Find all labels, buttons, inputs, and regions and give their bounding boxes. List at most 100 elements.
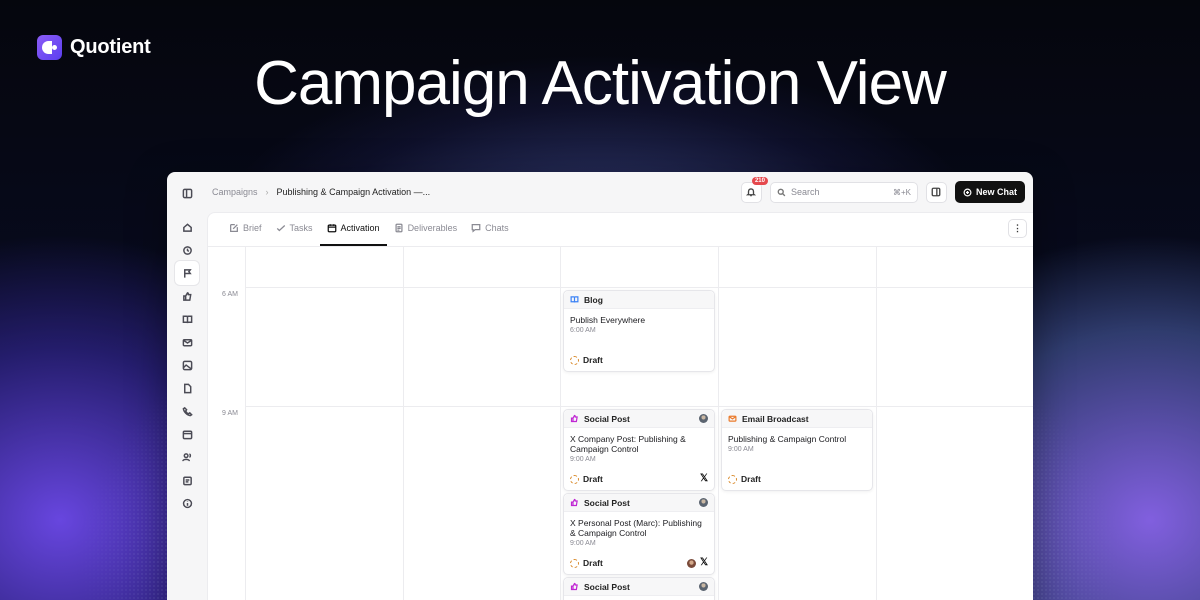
top-bar: Campaigns › Publishing & Campaign Activa… [207, 172, 1033, 212]
card-type: Blog [584, 294, 603, 305]
status-badge: Draft [583, 558, 603, 568]
sidebar-toggle-icon[interactable] [175, 181, 199, 205]
breadcrumb-current: Publishing & Campaign Activation —... [276, 187, 431, 197]
grid-column-line [718, 247, 719, 600]
card-header: Blog [564, 291, 714, 309]
calendar-grid: 6 AM 9 AM Blog Publish Everywhere 6:00 A… [208, 247, 1033, 600]
notification-badge: 210 [751, 176, 768, 185]
search-icon [777, 188, 786, 196]
grid-column-line [245, 247, 246, 600]
icon-rail [167, 172, 207, 600]
tab-activation[interactable]: Activation [319, 218, 387, 246]
edit-icon [230, 224, 238, 232]
tab-label: Tasks [289, 223, 313, 233]
plus-circle-icon [963, 188, 972, 196]
card-footer: Draft [728, 474, 866, 484]
grid-column-line [560, 247, 561, 600]
breadcrumb-campaigns[interactable]: Campaigns [212, 187, 258, 197]
book-icon[interactable] [175, 307, 199, 331]
social-post-card[interactable]: Social Post X Personal Post (Marc): Publ… [563, 493, 715, 575]
check-icon [276, 225, 285, 232]
tab-chats[interactable]: Chats [464, 218, 516, 246]
chat-icon [471, 224, 481, 233]
card-time: 9:00 AM [570, 456, 596, 463]
search-input[interactable]: Search ⌘+K [769, 181, 918, 203]
draft-status-icon [570, 474, 579, 484]
tab-label: Activation [340, 223, 380, 233]
tab-label: Deliverables [407, 223, 458, 233]
tab-tasks[interactable]: Tasks [269, 218, 320, 246]
card-footer: Draft 𝕏 [570, 558, 708, 568]
draft-status-icon [728, 474, 737, 484]
home-icon[interactable] [175, 215, 199, 239]
clipboard-icon[interactable] [175, 468, 199, 492]
main-panel: Brief Tasks Activation Deliverables Chat… [207, 212, 1033, 600]
social-post-card[interactable]: Social Post X Company Post: Publishing &… [563, 409, 715, 491]
card-title: Publishing & Campaign Control [728, 434, 847, 444]
search-placeholder: Search [790, 187, 820, 197]
grid-row-line [245, 406, 1033, 407]
calendar-icon[interactable] [175, 422, 199, 446]
grid-row-line [245, 287, 1033, 288]
blog-card[interactable]: Blog Publish Everywhere 6:00 AM Draft [563, 290, 715, 372]
info-icon[interactable] [175, 491, 199, 515]
avatar [699, 414, 708, 423]
grid-column-line [876, 247, 877, 600]
tab-deliverables[interactable]: Deliverables [387, 218, 465, 246]
card-type: Social Post [584, 413, 630, 424]
draft-status-icon [570, 355, 579, 365]
flag-icon[interactable] [175, 261, 199, 285]
calendar-icon [327, 224, 336, 233]
email-broadcast-card[interactable]: Email Broadcast Publishing & Campaign Co… [721, 409, 873, 491]
panel-icon [932, 187, 941, 197]
history-icon[interactable] [175, 238, 199, 262]
tab-brief[interactable]: Brief [222, 218, 269, 246]
card-footer: Draft 𝕏 [570, 474, 708, 484]
thumbs-up-icon[interactable] [175, 284, 199, 308]
x-logo-icon: 𝕏 [699, 473, 708, 484]
time-label: 9 AM [222, 410, 238, 417]
tab-bar: Brief Tasks Activation Deliverables Chat… [222, 213, 516, 246]
status-badge: Draft [583, 355, 603, 365]
topbar-actions: 210 Search ⌘+K New Chat [740, 176, 1025, 203]
card-title: X Company Post: Publishing & Campaign Co… [570, 434, 686, 454]
card-header: Social Post [564, 578, 714, 596]
grid-column-line [403, 247, 404, 600]
avatar [699, 582, 708, 591]
breadcrumb-separator: › [265, 187, 269, 197]
card-type: Social Post [584, 497, 630, 508]
new-chat-button[interactable]: New Chat [954, 181, 1025, 203]
more-options-button[interactable]: ⋮ [1008, 219, 1027, 238]
book-icon [570, 296, 579, 303]
status-badge: Draft [583, 474, 603, 484]
mail-icon [728, 415, 737, 422]
search-shortcut: ⌘+K [892, 187, 911, 197]
app-window: Campaigns › Publishing & Campaign Activa… [167, 172, 1033, 600]
avatar [699, 498, 708, 507]
users-icon[interactable] [175, 445, 199, 469]
new-chat-label: New Chat [975, 187, 1017, 197]
notifications-button[interactable]: 210 [740, 176, 768, 203]
author-avatar [686, 558, 696, 568]
page-headline: Campaign Activation View [254, 49, 947, 118]
card-time: 9:00 AM [728, 446, 754, 453]
phone-icon[interactable] [175, 399, 199, 423]
image-icon[interactable] [175, 353, 199, 377]
time-label: 6 AM [222, 291, 238, 298]
card-header: Social Post [564, 410, 714, 428]
status-badge: Draft [741, 474, 761, 484]
tab-label: Chats [485, 223, 509, 233]
social-post-card[interactable]: Social Post [563, 577, 715, 600]
card-title: X Personal Post (Marc): Publishing & Cam… [570, 518, 702, 538]
card-time: 6:00 AM [570, 327, 596, 334]
bell-icon [746, 188, 757, 197]
panel-toggle-button[interactable] [925, 181, 947, 203]
file-icon[interactable] [175, 376, 199, 400]
x-logo-icon: 𝕏 [699, 557, 708, 568]
mail-icon[interactable] [175, 330, 199, 354]
card-time: 9:00 AM [570, 540, 596, 547]
draft-status-icon [570, 558, 579, 568]
thumbs-up-icon [570, 582, 578, 591]
card-header: Email Broadcast [722, 410, 872, 428]
document-icon [395, 223, 403, 233]
